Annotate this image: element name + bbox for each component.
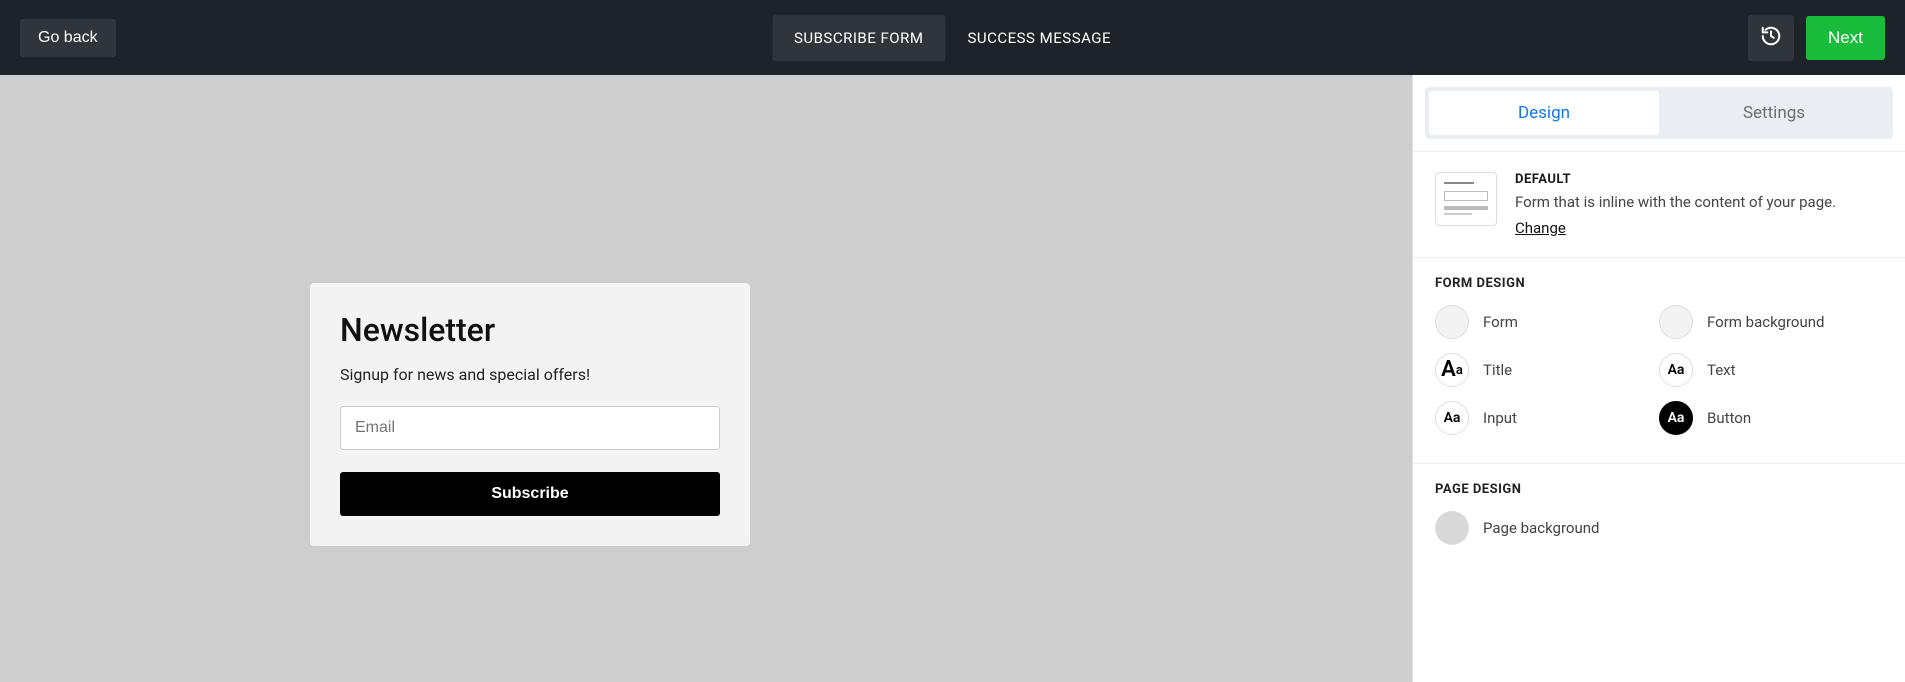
page-design-section: PAGE DESIGN Page background [1413,463,1905,573]
design-label: Text [1707,361,1736,379]
design-label: Form background [1707,313,1824,331]
design-label: Input [1483,409,1517,427]
form-subtitle[interactable]: Signup for news and special offers! [340,365,720,384]
color-swatch-icon [1435,305,1469,339]
layout-thumbnail [1435,172,1497,226]
tab-subscribe-form[interactable]: SUBSCRIBE FORM [772,15,946,61]
email-field[interactable] [340,406,720,450]
design-label: Title [1483,361,1512,379]
design-label: Page background [1483,519,1599,537]
design-item-input[interactable]: Aa Input [1435,401,1659,435]
workspace: Newsletter Signup for news and special o… [0,75,1905,682]
topbar-actions: Next [1748,15,1885,61]
typography-icon: Aa [1659,401,1693,435]
design-item-form[interactable]: Form [1435,305,1659,339]
sidebar-tabs-wrap: Design Settings [1413,75,1905,151]
color-swatch-icon [1435,511,1469,545]
layout-name: DEFAULT [1515,172,1836,187]
subscribe-button[interactable]: Subscribe [340,472,720,516]
design-item-form-background[interactable]: Form background [1659,305,1883,339]
layout-section: DEFAULT Form that is inline with the con… [1413,151,1905,257]
layout-description: Form that is inline with the content of … [1515,193,1836,211]
sidebar-tab-design[interactable]: Design [1429,91,1659,135]
typography-icon: Aa [1435,353,1469,387]
form-design-heading: FORM DESIGN [1435,276,1883,291]
go-back-button[interactable]: Go back [20,19,116,57]
sidebar-tabs: Design Settings [1425,87,1893,139]
sidebar-tab-settings[interactable]: Settings [1659,91,1889,135]
design-item-title[interactable]: Aa Title [1435,353,1659,387]
design-label: Button [1707,409,1751,427]
header-tabs: SUBSCRIBE FORM SUCCESS MESSAGE [772,15,1133,61]
change-layout-link[interactable]: Change [1515,219,1566,237]
typography-icon: Aa [1659,353,1693,387]
design-label: Form [1483,313,1518,331]
form-design-section: FORM DESIGN Form Form background Aa Titl… [1413,257,1905,463]
color-swatch-icon [1659,305,1693,339]
layout-info: DEFAULT Form that is inline with the con… [1515,172,1836,237]
preview-canvas: Newsletter Signup for news and special o… [0,75,1412,682]
page-design-heading: PAGE DESIGN [1435,482,1883,497]
typography-icon: Aa [1435,401,1469,435]
design-item-text[interactable]: Aa Text [1659,353,1883,387]
topbar: Go back SUBSCRIBE FORM SUCCESS MESSAGE N… [0,0,1905,75]
design-item-page-background[interactable]: Page background [1435,511,1659,545]
sidebar: Design Settings DEFAULT Form that is inl… [1412,75,1905,682]
tab-success-message[interactable]: SUCCESS MESSAGE [945,15,1133,61]
form-title[interactable]: Newsletter [340,311,720,349]
next-button[interactable]: Next [1806,16,1885,60]
design-item-button[interactable]: Aa Button [1659,401,1883,435]
history-button[interactable] [1748,15,1794,61]
history-icon [1760,25,1782,51]
newsletter-form: Newsletter Signup for news and special o… [310,283,750,546]
